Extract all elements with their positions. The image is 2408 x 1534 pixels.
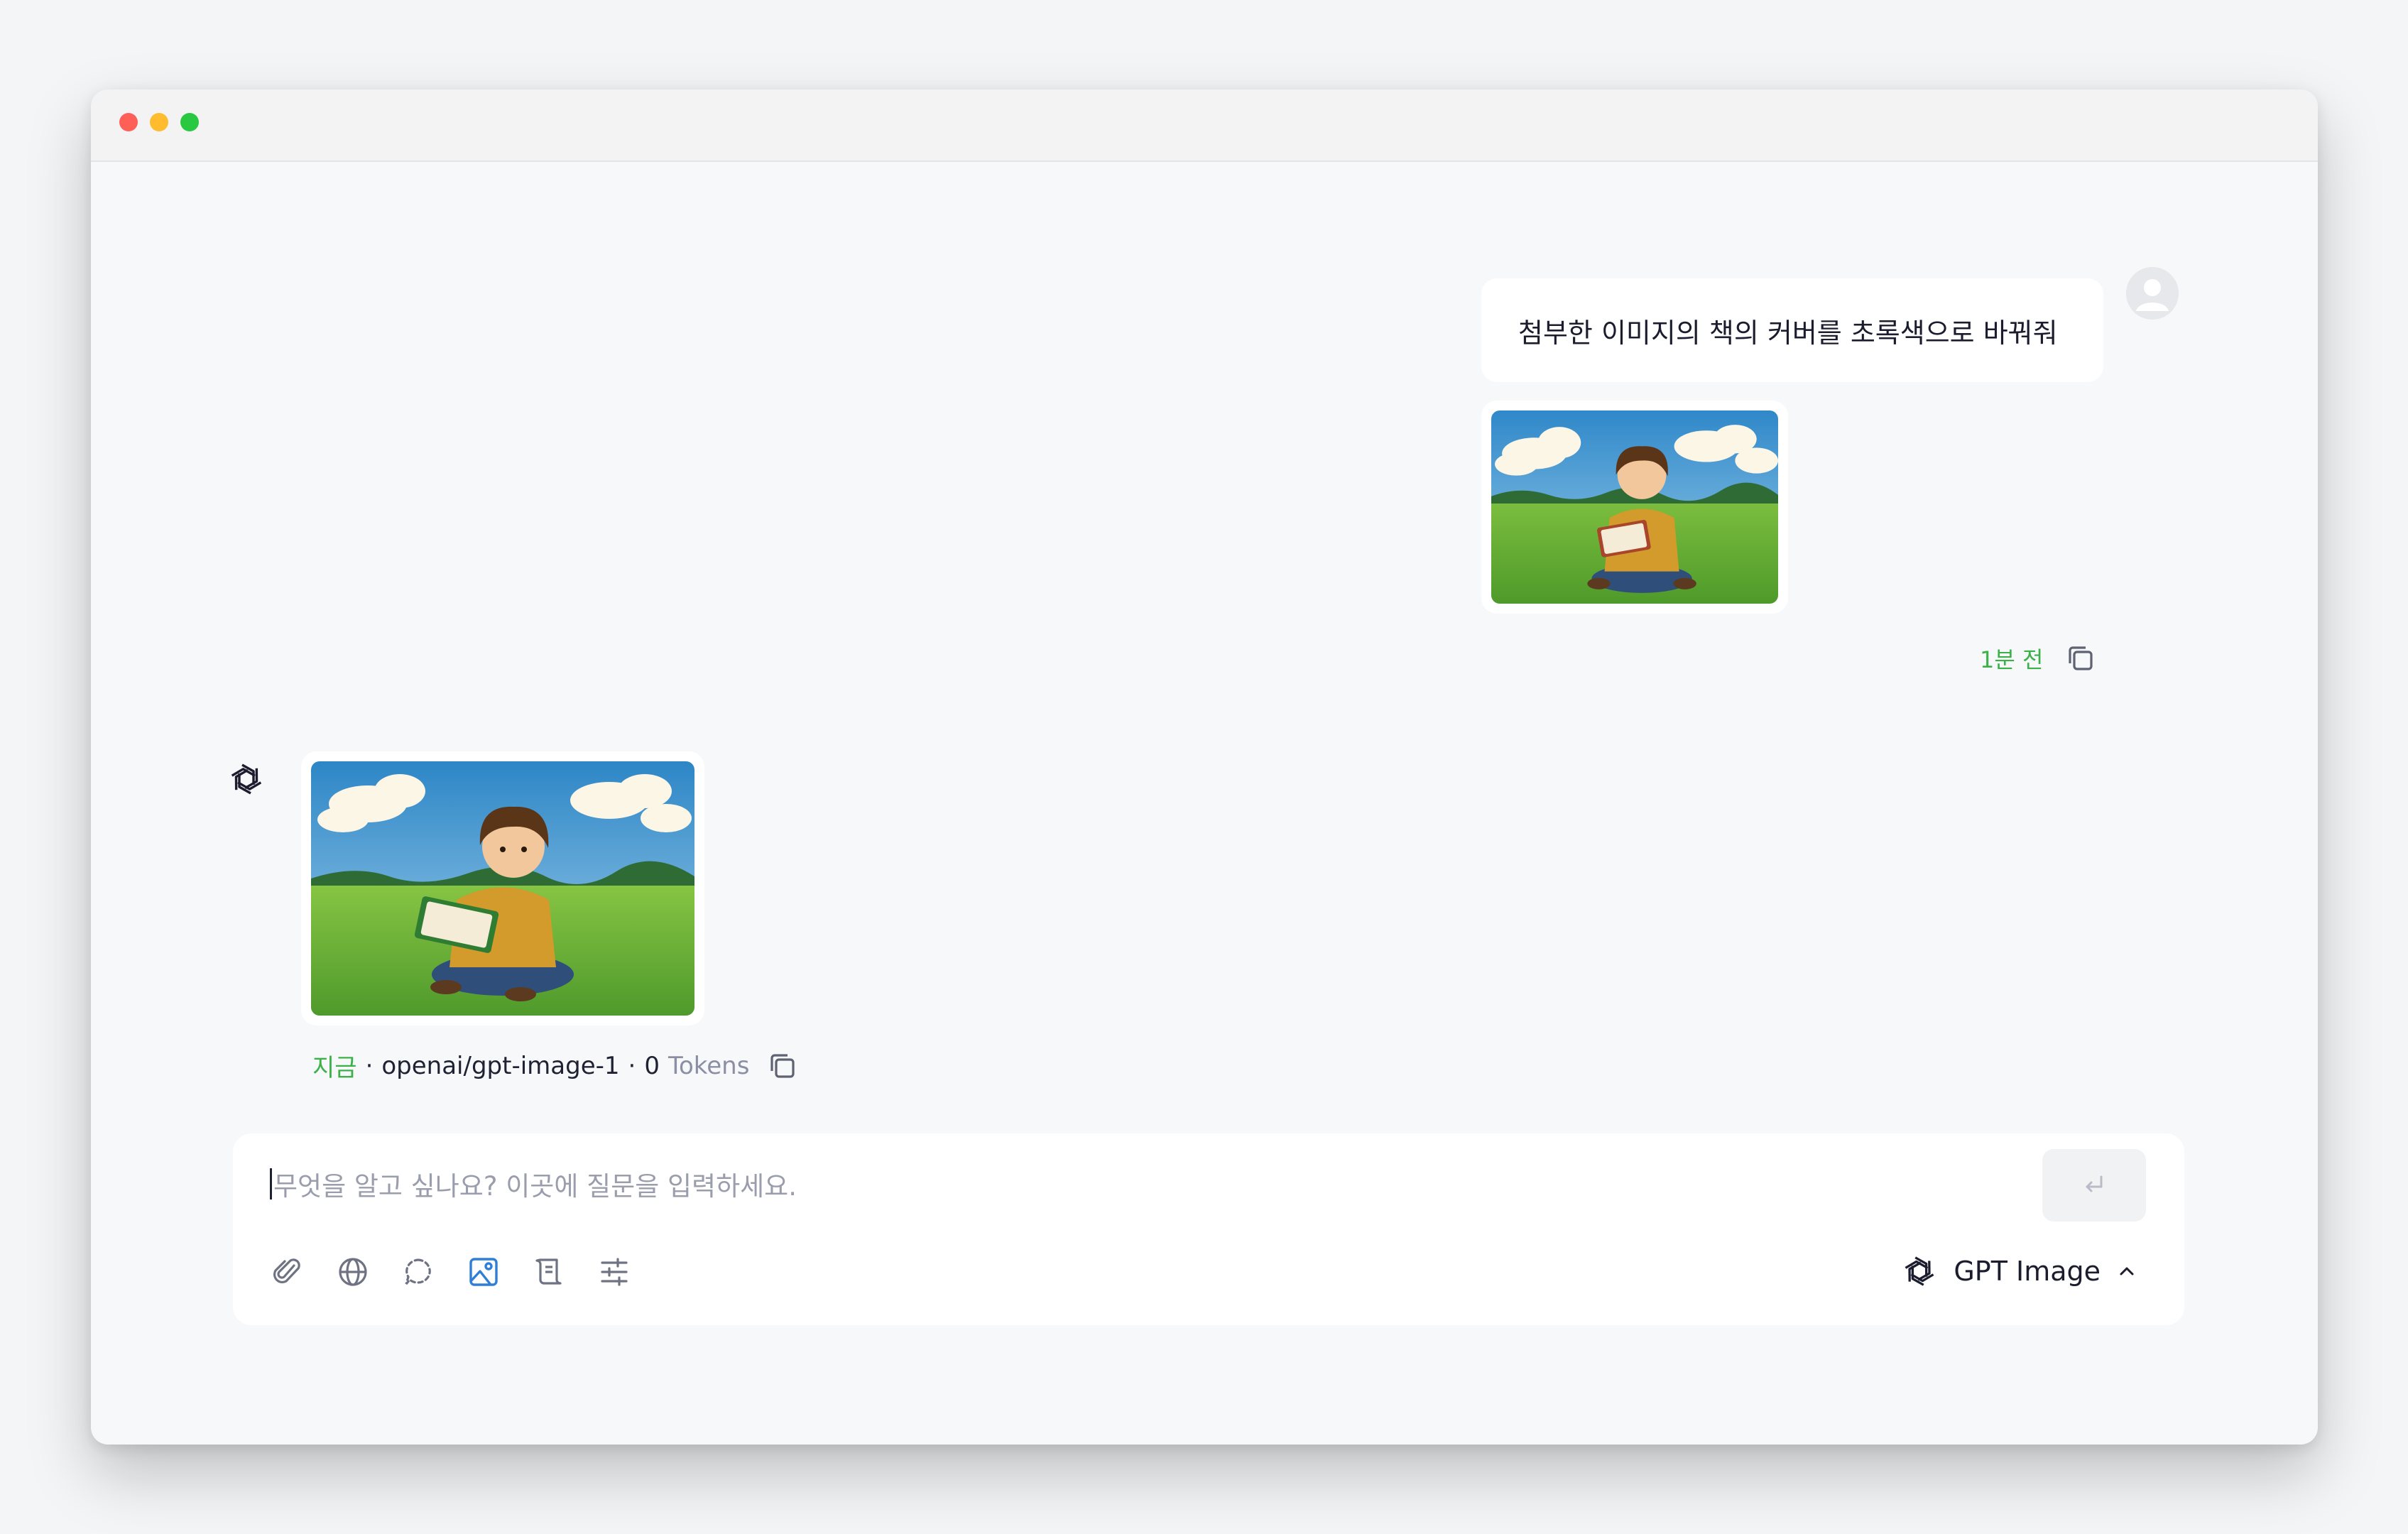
scroll-icon[interactable] [531, 1254, 567, 1290]
openai-logo-icon [227, 760, 266, 798]
model-selector[interactable]: GPT Image [1901, 1253, 2137, 1290]
openai-logo-icon [1905, 1256, 1934, 1286]
message-input[interactable]: 무엇을 알고 싶나요? 이곳에 질문을 입력하세요. [270, 1165, 797, 1203]
user-message-time: 1분 전 [1980, 646, 2044, 673]
globe-icon[interactable] [335, 1254, 371, 1290]
close-window-button[interactable] [119, 113, 138, 131]
copy-icon[interactable] [766, 1050, 799, 1082]
dashed-chat-icon[interactable] [401, 1254, 436, 1290]
image-icon[interactable] [466, 1254, 501, 1290]
message-input-placeholder: 무엇을 알고 싶나요? 이곳에 질문을 입력하세요. [273, 1171, 797, 1202]
model-selector-label: GPT Image [1954, 1256, 2101, 1287]
assistant-message-time: 지금 [312, 1054, 357, 1082]
model-name: openai/gpt-image-1 [381, 1051, 620, 1080]
token-label: Tokens [668, 1051, 750, 1080]
boy-reading-green-book-illustration [311, 761, 694, 1016]
user-message-text: 첨부한 이미지의 책의 커버를 초록색으로 바꿔줘 [1518, 317, 2058, 349]
assistant-message-meta: 지금 · openai/gpt-image-1 · 0 Tokens [312, 1048, 799, 1083]
assistant-generated-image[interactable] [301, 751, 704, 1026]
app-window: 첨부한 이미지의 책의 커버를 초록색으로 바꿔줘 1분 전 지금 · open… [91, 89, 2318, 1445]
meta-separator: · [365, 1051, 374, 1080]
text-caret [270, 1168, 272, 1200]
sliders-icon[interactable] [596, 1254, 632, 1290]
minimize-window-button[interactable] [150, 113, 168, 131]
user-avatar [2126, 267, 2179, 320]
enter-return-icon [2086, 1175, 2103, 1192]
meta-separator: · [628, 1051, 636, 1080]
user-message-bubble: 첨부한 이미지의 책의 커버를 초록색으로 바꿔줘 [1481, 278, 2103, 382]
user-message-meta: 1분 전 [1980, 642, 2097, 675]
composer-toolbar [270, 1254, 632, 1290]
user-attachment-image[interactable] [1481, 401, 1788, 614]
boy-reading-illustration [1491, 410, 1778, 604]
user-avatar-icon [2126, 267, 2179, 320]
message-composer: 무엇을 알고 싶나요? 이곳에 질문을 입력하세요. GPT Image [233, 1133, 2184, 1325]
maximize-window-button[interactable] [180, 113, 199, 131]
send-button[interactable] [2042, 1149, 2146, 1222]
title-bar [91, 89, 2318, 162]
copy-icon[interactable] [2064, 642, 2097, 675]
paperclip-icon[interactable] [270, 1254, 305, 1290]
chevron-up-icon [2120, 1267, 2134, 1275]
token-count: 0 [644, 1051, 660, 1080]
